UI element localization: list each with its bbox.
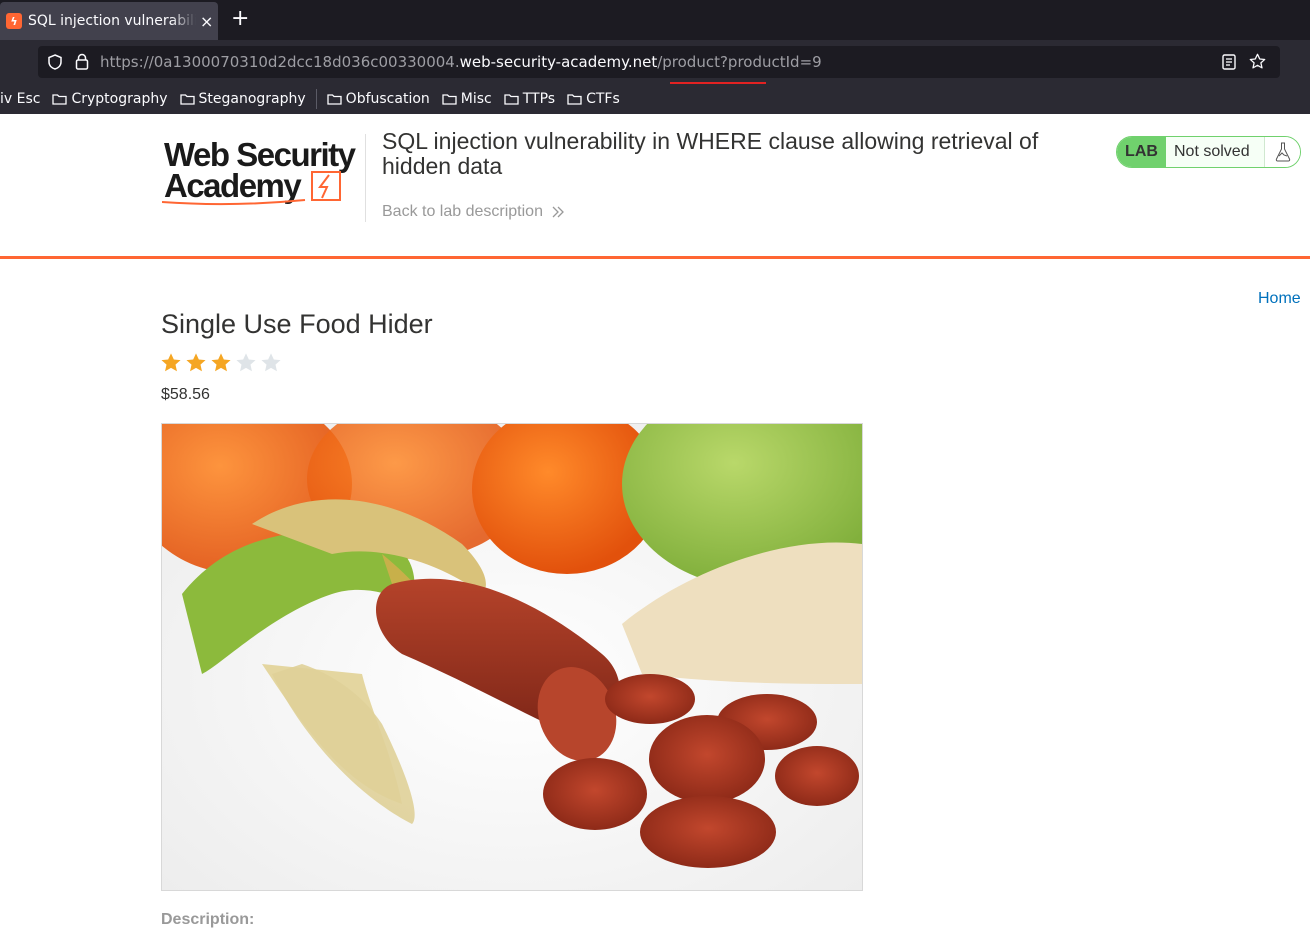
header-divider [365, 134, 366, 222]
back-link-label: Back to lab description [382, 203, 543, 220]
lab-status-badge: LAB Not solved [1116, 136, 1301, 168]
web-security-academy-logo[interactable]: Web Security Academy [162, 134, 362, 209]
product-image [161, 423, 863, 891]
product-price: $58.56 [161, 386, 210, 403]
folder-icon [52, 94, 68, 105]
lab-status-text: Not solved [1174, 143, 1250, 160]
bookmark-misc[interactable]: Misc [442, 91, 492, 107]
star-filled-icon [186, 353, 206, 372]
url-prefix: https://0a1300070310d2dcc18d036c00330004… [100, 53, 460, 71]
folder-icon [179, 94, 195, 105]
bookmark-label: iv Esc [0, 91, 41, 107]
url-path: /product?productId=9 [657, 53, 822, 71]
product-title: Single Use Food Hider [161, 309, 433, 339]
back-to-lab-description-link[interactable]: Back to lab description [382, 203, 565, 221]
star-empty-icon [236, 353, 256, 372]
star-filled-icon [161, 353, 181, 372]
reader-view-icon[interactable] [1222, 54, 1236, 70]
shield-icon[interactable] [47, 54, 63, 70]
star-filled-icon [211, 353, 231, 372]
bookmark-priv-esc[interactable]: iv Esc [0, 91, 40, 107]
bookmark-label: Obfuscation [345, 91, 430, 107]
bookmark-label: Steganography [198, 91, 306, 107]
bookmark-ttps[interactable]: TTPs [504, 91, 555, 107]
bookmark-obfuscation[interactable]: Obfuscation [327, 91, 430, 107]
folder-icon [504, 94, 519, 105]
bookmark-label: Misc [460, 91, 492, 107]
star-empty-icon [261, 353, 281, 372]
flask-icon [1275, 142, 1290, 162]
bookmark-label: Cryptography [71, 91, 168, 107]
browser-tab-bar: ϟ SQL injection vulnerability in WHERE c… [0, 0, 1310, 40]
bookmarks-separator [315, 89, 317, 109]
url-text[interactable]: https://0a1300070310d2dcc18d036c00330004… [100, 53, 822, 71]
lab-title: SQL injection vulnerability in WHERE cla… [382, 128, 1039, 179]
double-chevron-right-icon [552, 206, 564, 218]
tab-title: SQL injection vulnerability in WHERE cla… [28, 13, 196, 29]
description-label: Description: [161, 911, 255, 928]
folder-icon [327, 94, 342, 105]
lock-icon[interactable] [75, 53, 89, 70]
home-link[interactable]: Home [1258, 290, 1301, 308]
food-photo [162, 424, 862, 890]
bookmark-ctfs[interactable]: CTFs [567, 91, 620, 107]
bookmarks-toolbar: iv Esc Cryptography Steganography Obfusc… [0, 84, 1310, 114]
lab-header: Web Security Academy SQL injection vulne… [0, 114, 1310, 256]
bookmark-label: CTFs [586, 91, 620, 107]
bookmark-cryptography[interactable]: Cryptography [52, 91, 168, 107]
flask-icon-wrapper [1264, 137, 1300, 167]
browser-nav-bar: https://0a1300070310d2dcc18d036c00330004… [0, 40, 1310, 84]
svg-text:Academy: Academy [164, 167, 302, 204]
bookmark-star-icon[interactable] [1249, 53, 1266, 70]
url-bar[interactable]: https://0a1300070310d2dcc18d036c00330004… [38, 46, 1280, 84]
tab-close-icon[interactable]: × [200, 12, 213, 31]
header-accent-rule [0, 256, 1310, 259]
bookmark-label: TTPs [522, 91, 556, 107]
product-rating [160, 352, 282, 374]
new-tab-button[interactable]: + [231, 8, 249, 30]
folder-icon [442, 94, 457, 105]
folder-icon [567, 94, 582, 105]
url-domain: web-security-academy.net [459, 53, 658, 71]
portswigger-favicon-icon: ϟ [6, 13, 22, 29]
browser-tab-active[interactable]: ϟ SQL injection vulnerability in WHERE c… [0, 2, 218, 40]
bookmark-steganography[interactable]: Steganography [179, 91, 306, 107]
lab-tag: LAB [1117, 137, 1166, 167]
